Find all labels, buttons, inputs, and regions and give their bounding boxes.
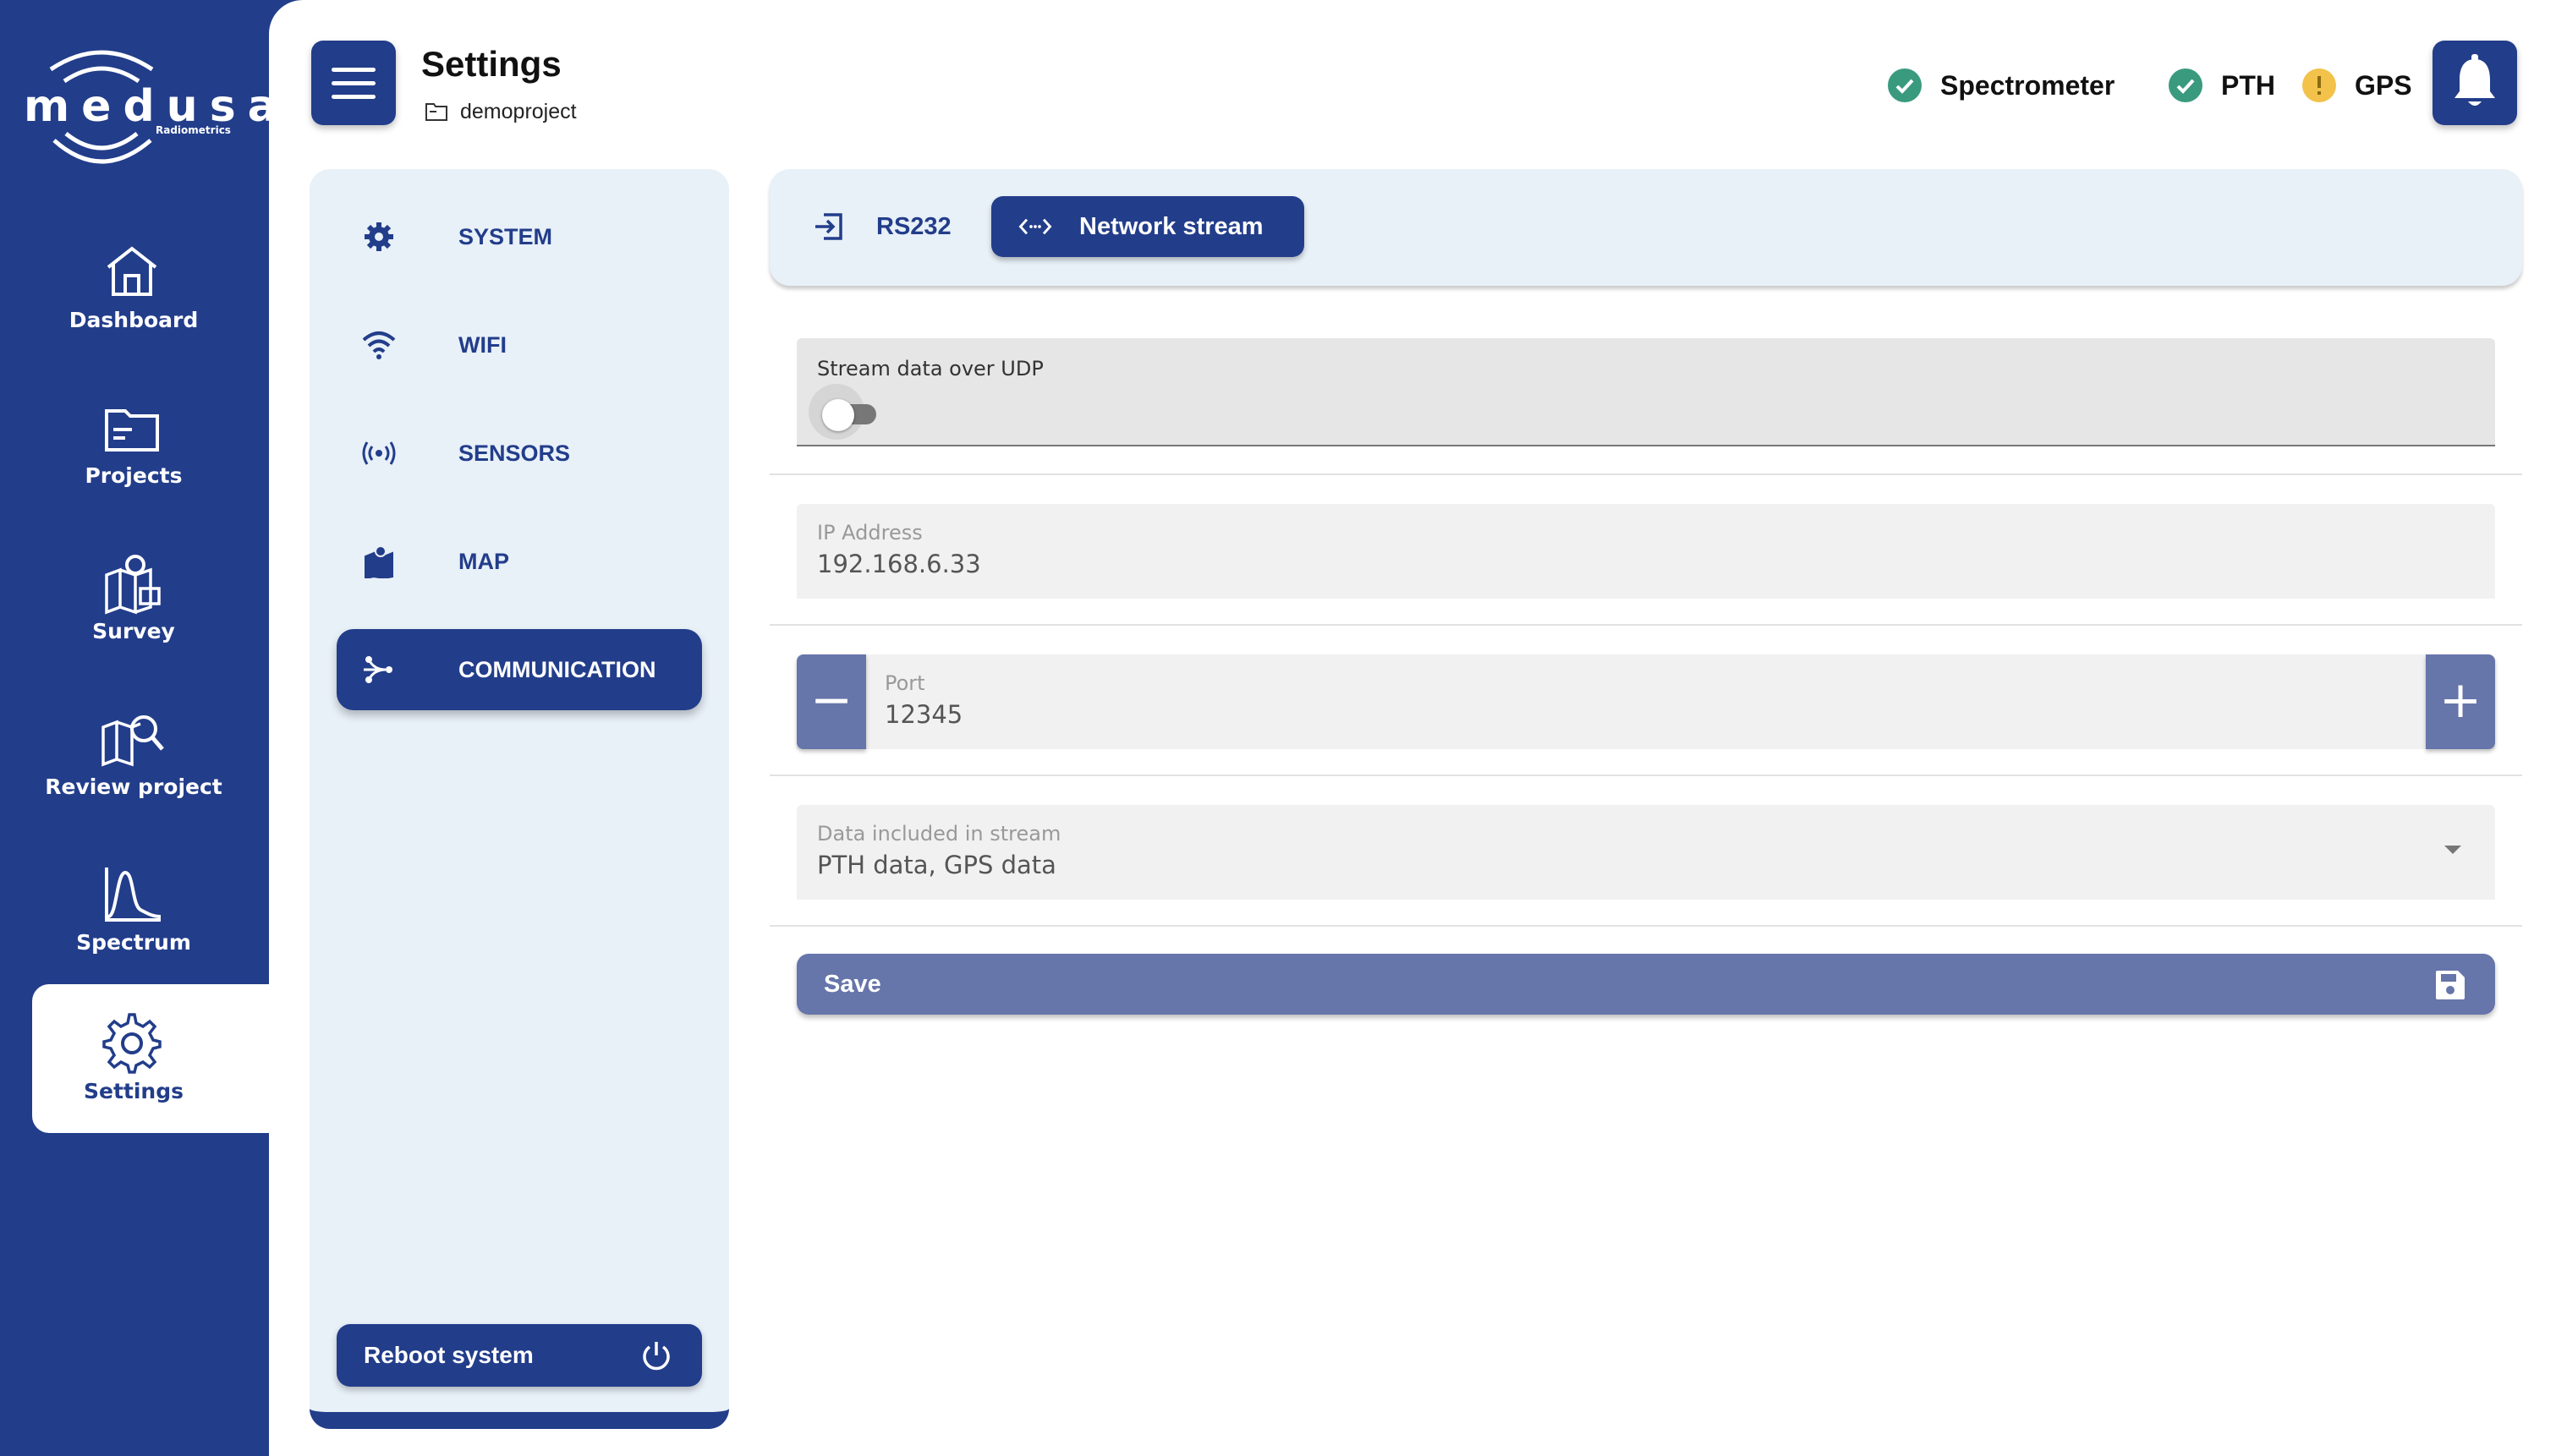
brand-subtitle: Radiometrics	[156, 124, 231, 136]
udp-toggle[interactable]	[809, 384, 876, 440]
settings-menu-label: SYSTEM	[458, 224, 553, 249]
hamburger-menu-button[interactable]	[311, 41, 396, 125]
communication-tabs: RS232 Network stream	[770, 169, 2522, 286]
map-search-icon	[101, 715, 164, 767]
communication-icon	[364, 656, 392, 683]
nav-label-projects: Projects	[85, 463, 183, 488]
menu-line-icon	[332, 68, 376, 72]
status-gps: GPS	[2302, 64, 2412, 107]
field-label: Port	[885, 671, 925, 695]
nav-item-survey[interactable]: Survey	[32, 524, 269, 675]
status-spectrometer: Spectrometer	[1888, 64, 2114, 107]
notifications-button[interactable]	[2433, 41, 2517, 125]
nav-label-settings: Settings	[83, 1079, 184, 1103]
gear-icon	[365, 222, 393, 251]
divider	[770, 925, 2522, 927]
nav-label-review-project: Review project	[45, 775, 222, 799]
tab-label: Network stream	[1079, 213, 1264, 240]
sensor-icon	[362, 441, 396, 465]
status-label: Spectrometer	[1940, 69, 2115, 101]
current-project: demoproject	[425, 98, 577, 125]
settings-menu-label: WIFI	[458, 332, 507, 358]
port-field[interactable]: − Port 12345 +	[797, 654, 2495, 749]
port-value: 12345	[885, 700, 963, 729]
save-label: Save	[824, 971, 881, 998]
wifi-icon	[362, 331, 396, 359]
status-pth: PTH	[2169, 64, 2275, 107]
check-circle-icon	[2169, 68, 2202, 102]
tab-label: RS232	[876, 213, 952, 240]
field-label: Data included in stream	[817, 822, 1061, 846]
settings-menu: SYSTEM WIFI SENSORS MAP COMMUNICATION Re…	[310, 169, 729, 1429]
project-name: demoproject	[460, 99, 577, 123]
settings-menu-wifi[interactable]: WIFI	[337, 304, 702, 386]
reboot-system-button[interactable]: Reboot system	[337, 1324, 702, 1387]
bell-icon	[2455, 54, 2495, 106]
spectrum-chart-icon	[105, 868, 162, 922]
nav-item-settings[interactable]: Settings	[32, 984, 269, 1133]
warning-circle-icon	[2302, 68, 2336, 102]
page-title: Settings	[421, 44, 562, 84]
folder-icon	[105, 409, 159, 452]
nav-label-dashboard: Dashboard	[69, 308, 199, 332]
port-increment-button[interactable]: +	[2426, 654, 2495, 749]
nav-item-projects[interactable]: Projects	[32, 369, 269, 519]
code-arrows-icon	[1018, 218, 1052, 235]
stream-udp-field: Stream data over UDP	[797, 338, 2495, 446]
data-included-value: PTH data, GPS data	[817, 851, 1056, 879]
data-included-select[interactable]: Data included in stream PTH data, GPS da…	[797, 805, 2495, 900]
settings-menu-label: MAP	[458, 549, 509, 574]
dropdown-arrow-icon	[2444, 846, 2461, 854]
nav-rail: medusa Radiometrics Dashboard Projects S…	[0, 0, 277, 1456]
settings-menu-label: SENSORS	[458, 441, 571, 466]
settings-menu-map[interactable]: MAP	[337, 521, 702, 602]
status-label: PTH	[2221, 69, 2275, 101]
check-circle-icon	[1888, 68, 1922, 102]
power-icon	[643, 1342, 670, 1371]
nav-item-spectrum[interactable]: Spectrum	[32, 835, 269, 986]
status-label: GPS	[2355, 69, 2412, 101]
settings-menu-label: COMMUNICATION	[458, 657, 656, 682]
divider	[770, 473, 2522, 475]
medusa-logo: medusa Radiometrics	[19, 34, 277, 186]
folder-icon	[425, 103, 447, 121]
divider	[770, 775, 2522, 776]
field-label: Stream data over UDP	[817, 357, 1044, 380]
reboot-label: Reboot system	[364, 1342, 534, 1368]
ip-address-value: 192.168.6.33	[817, 550, 981, 578]
map-icon	[365, 545, 393, 578]
floppy-disk-icon	[2436, 971, 2465, 999]
settings-menu-system[interactable]: SYSTEM	[337, 196, 702, 277]
nav-label-spectrum: Spectrum	[76, 930, 191, 955]
settings-menu-communication[interactable]: COMMUNICATION	[337, 629, 702, 710]
tab-network-stream[interactable]: Network stream	[991, 196, 1304, 257]
home-icon	[107, 246, 157, 296]
tab-rs232[interactable]: RS232	[804, 196, 990, 257]
plus-icon: +	[2438, 671, 2482, 730]
divider	[770, 624, 2522, 626]
map-pin-icon	[105, 555, 161, 615]
port-decrement-button[interactable]: −	[797, 654, 866, 749]
toggle-thumb	[822, 399, 854, 431]
menu-line-icon	[332, 95, 376, 99]
nav-label-survey: Survey	[92, 619, 175, 643]
nav-item-review-project[interactable]: Review project	[32, 680, 269, 830]
settings-menu-sensors[interactable]: SENSORS	[337, 413, 702, 494]
field-label: IP Address	[817, 521, 923, 545]
gear-icon	[102, 1013, 162, 1074]
minus-icon: −	[809, 671, 853, 730]
menu-line-icon	[332, 81, 376, 85]
nav-item-dashboard[interactable]: Dashboard	[32, 213, 269, 364]
ip-address-field[interactable]: IP Address 192.168.6.33	[797, 504, 2495, 599]
import-icon	[815, 213, 842, 240]
save-button[interactable]: Save	[797, 954, 2495, 1015]
